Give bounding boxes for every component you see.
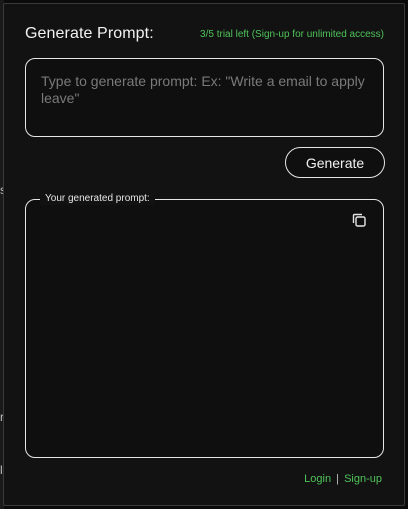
signup-link[interactable]: Sign-up: [344, 473, 382, 485]
generate-button[interactable]: Generate: [285, 147, 385, 178]
copy-icon[interactable]: [351, 212, 367, 228]
prompt-input[interactable]: [41, 73, 368, 122]
auth-links: Login | Sign-up: [304, 473, 382, 485]
link-separator: |: [336, 473, 340, 485]
panel-title: Generate Prompt:: [25, 25, 154, 42]
generated-prompt-box[interactable]: Your generated prompt:: [25, 193, 384, 458]
generate-prompt-panel: Generate Prompt: 3/5 trial left (Sign-up…: [3, 3, 405, 506]
generated-prompt-label: Your generated prompt:: [40, 193, 155, 205]
prompt-input-container: [25, 58, 384, 137]
trial-status-text: 3/5 trial left (Sign-up for unlimited ac…: [200, 29, 384, 40]
login-link[interactable]: Login: [304, 473, 331, 485]
